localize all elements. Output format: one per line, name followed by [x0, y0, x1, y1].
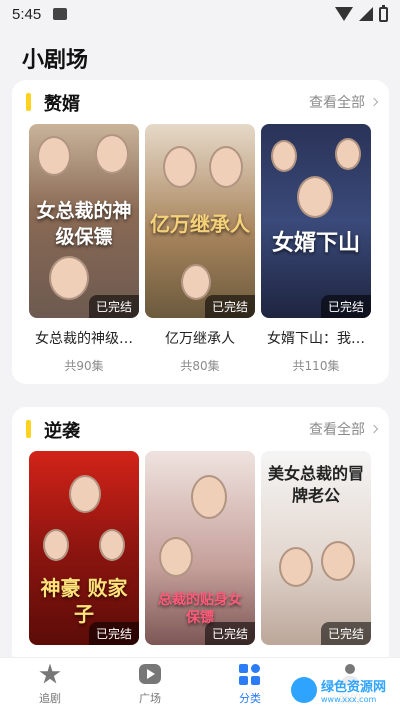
poster-figure: [271, 140, 297, 172]
episode-count: 共80集: [180, 359, 220, 373]
drama-poster[interactable]: 女总裁的神级保镖 已完结: [29, 124, 139, 318]
chevron-right-icon: [369, 424, 379, 434]
see-all-label: 查看全部: [309, 422, 365, 438]
status-time: 5:45: [12, 5, 42, 23]
drama-card[interactable]: 女总裁的神级保镖 已完结 女总裁的神级… 共90集: [29, 124, 139, 374]
status-badge: 已完结: [204, 622, 255, 645]
watermark-logo-icon: [290, 677, 317, 703]
status-badge: 已完结: [88, 622, 139, 645]
page-title: 小剧场: [22, 48, 89, 73]
drama-poster[interactable]: 美女总裁的冒牌老公 已完结: [261, 451, 371, 645]
play-icon: [139, 663, 161, 686]
card-row: 神豪 败家子 已完结 总裁的贴身女保镖 已完结 美女总裁的冒牌老公 已完结: [29, 451, 371, 645]
watermark-text: 绿色资源网: [320, 680, 386, 695]
status-icons: [335, 4, 388, 22]
watermark: 绿色资源网 www.xxx.com: [284, 674, 392, 706]
see-all-link[interactable]: 查看全部: [309, 419, 379, 439]
poster-figure: [209, 146, 243, 188]
section-header: 赘婿 查看全部: [12, 80, 389, 124]
tab-label: 广场: [139, 691, 161, 705]
poster-figure: [49, 256, 89, 300]
chevron-right-icon: [369, 97, 379, 107]
see-all-link[interactable]: 查看全部: [309, 92, 379, 112]
tab-label: 分类: [239, 691, 261, 705]
image-notification-icon: [53, 8, 68, 20]
poster-title-art: 女总裁的神级保镖: [36, 200, 132, 248]
drama-card[interactable]: 美女总裁的冒牌老公 已完结: [261, 451, 371, 645]
drama-title: 女婿下山：我…: [267, 331, 365, 347]
drama-card[interactable]: 女婿下山 已完结 女婿下山：我… 共110集: [261, 124, 371, 374]
poster-figure: [95, 134, 129, 174]
section-nixi: 逆袭 查看全部 神豪 败家子 已完结 总裁的贴身女保镖 已完结 美女总裁的冒牌老…: [12, 407, 389, 667]
status-badge: 已完结: [320, 622, 371, 645]
poster-figure: [191, 475, 227, 519]
drama-poster[interactable]: 神豪 败家子 已完结: [29, 451, 139, 645]
poster-figure: [321, 541, 355, 581]
section-title: 赘婿: [44, 94, 80, 115]
section-zhuixu: 赘婿 查看全部 女总裁的神级保镖 已完结 女总裁的神级… 共90集 亿万继承人: [12, 80, 389, 384]
poster-figure: [163, 146, 197, 188]
poster-figure: [159, 537, 193, 577]
tab-guangchang[interactable]: 广场: [100, 658, 200, 711]
drama-card[interactable]: 神豪 败家子 已完结: [29, 451, 139, 645]
drama-title: 女总裁的神级…: [35, 331, 133, 347]
drama-poster[interactable]: 总裁的贴身女保镖 已完结: [145, 451, 255, 645]
watermark-text-group: 绿色资源网 www.xxx.com: [321, 676, 386, 704]
section-accent-bar: [26, 420, 31, 438]
status-bar: 5:45: [0, 0, 400, 28]
tab-zhuiju[interactable]: 追剧: [0, 658, 100, 711]
status-badge: 已完结: [320, 295, 371, 318]
drama-card[interactable]: 亿万继承人 已完结 亿万继承人 共80集: [145, 124, 255, 374]
section-header: 逆袭 查看全部: [12, 407, 389, 451]
star-icon: [39, 663, 61, 686]
poster-title-art: 神豪 败家子: [40, 576, 128, 626]
drama-title: 亿万继承人: [165, 331, 235, 347]
poster-figure: [181, 264, 211, 300]
card-row: 女总裁的神级保镖 已完结 女总裁的神级… 共90集 亿万继承人 已完结 亿万继承…: [29, 124, 371, 374]
see-all-label: 查看全部: [309, 95, 365, 111]
poster-figure: [279, 547, 313, 587]
signal-icon: [359, 7, 373, 21]
poster-title-art: 美女总裁的冒牌老公: [267, 464, 364, 505]
poster-figure: [99, 529, 125, 561]
grid-icon: [239, 663, 261, 686]
drama-poster[interactable]: 亿万继承人 已完结: [145, 124, 255, 318]
wifi-icon: [335, 7, 353, 21]
status-badge: 已完结: [88, 295, 139, 318]
poster-figure: [335, 138, 361, 170]
battery-icon: [379, 4, 388, 22]
poster-title-art: 亿万继承人: [150, 212, 250, 236]
poster-figure: [37, 136, 71, 176]
poster-figure: [69, 475, 101, 513]
poster-figure: [43, 529, 69, 561]
poster-figure: [297, 176, 333, 218]
episode-count: 共110集: [292, 359, 340, 373]
section-accent-bar: [26, 93, 31, 111]
watermark-url: www.xxx.com: [320, 695, 377, 704]
drama-card[interactable]: 总裁的贴身女保镖 已完结: [145, 451, 255, 645]
episode-count: 共90集: [64, 359, 104, 373]
poster-title-art: 女婿下山: [271, 231, 360, 256]
tab-label: 追剧: [39, 691, 61, 705]
drama-poster[interactable]: 女婿下山 已完结: [261, 124, 371, 318]
status-badge: 已完结: [204, 295, 255, 318]
section-title: 逆袭: [44, 421, 80, 442]
